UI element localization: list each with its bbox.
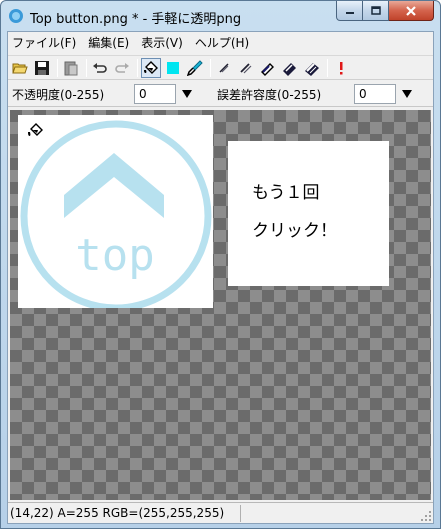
opacity-label: 不透明度(0-255) <box>12 88 105 102</box>
fill-bucket-icon <box>144 60 158 74</box>
tolerance-5-button[interactable] <box>302 58 322 78</box>
menu-bar: ファイル(F) 編集(E) 表示(V) ヘルプ(H) <box>8 32 433 54</box>
status-separator <box>240 505 241 522</box>
app-window: Top button.png * - 手軽に透明png ファイル(F) 編集(E… <box>0 0 441 529</box>
app-icon <box>9 9 23 23</box>
save-icon <box>35 60 49 75</box>
eyedropper-button[interactable] <box>185 58 205 78</box>
image-canvas[interactable]: top もう１回 クリック！ <box>10 110 431 500</box>
close-icon <box>406 5 416 16</box>
note-line-1: もう１回 <box>252 183 320 203</box>
toolbar <box>8 55 433 80</box>
menu-edit[interactable]: 編集(E) <box>82 32 135 54</box>
open-icon <box>12 63 28 73</box>
minimize-icon <box>345 11 354 14</box>
tolerance-3-icon <box>261 62 274 76</box>
window-title: Top button.png * - 手軽に透明png <box>30 12 242 27</box>
status-pixel-info: (14,22) A=255 RGB=(255,255,255) <box>10 506 225 520</box>
tolerance-4-icon <box>283 62 296 76</box>
redo-button[interactable] <box>112 58 132 78</box>
tolerance-4-button[interactable] <box>280 58 300 78</box>
alert-button[interactable] <box>331 58 351 78</box>
top-logo-badge[interactable]: top <box>18 115 213 308</box>
eyedropper-icon <box>187 59 203 76</box>
title-bar[interactable]: Top button.png * - 手軽に透明png <box>1 1 440 31</box>
paste-button[interactable] <box>61 58 81 78</box>
minimize-button[interactable] <box>336 1 363 21</box>
tolerance-3-button[interactable] <box>258 58 278 78</box>
redo-icon <box>115 62 129 73</box>
maximize-icon <box>370 6 381 15</box>
client-area: ファイル(F) 編集(E) 表示(V) ヘルプ(H) 不透明度(0-255) 0… <box>7 31 434 524</box>
status-bar: (14,22) A=255 RGB=(255,255,255) <box>8 502 433 523</box>
toolbar-separator <box>137 58 138 77</box>
tolerance-1-icon <box>219 62 229 73</box>
tolerance-dropdown-icon[interactable] <box>400 87 414 101</box>
note-box: もう１回 クリック！ <box>228 141 389 286</box>
undo-button[interactable] <box>90 58 110 78</box>
menu-file[interactable]: ファイル(F) <box>8 32 82 54</box>
color-swatch-icon <box>167 61 179 74</box>
opacity-input[interactable]: 0 <box>134 84 176 104</box>
note-line-2: クリック！ <box>252 221 337 241</box>
tolerance-1-button[interactable] <box>214 58 234 78</box>
tolerance-label: 誤差許容度(0-255) <box>217 88 322 102</box>
toolbar-separator <box>327 58 328 77</box>
toolbar-separator <box>57 58 58 77</box>
opacity-dropdown-icon[interactable] <box>180 87 194 101</box>
toolbar-separator <box>86 58 87 77</box>
color-swatch-button[interactable] <box>163 58 183 78</box>
undo-icon <box>93 62 107 73</box>
tolerance-2-button[interactable] <box>236 58 256 78</box>
tolerance-input[interactable]: 0 <box>354 84 396 104</box>
tolerance-2-icon <box>240 62 252 73</box>
toolbar-separator <box>210 58 211 77</box>
options-bar: 不透明度(0-255) 0 誤差許容度(0-255) 0 <box>8 81 433 107</box>
alert-icon <box>340 61 343 74</box>
logo-text: top <box>75 230 154 281</box>
close-button[interactable] <box>389 1 434 21</box>
fill-bucket-button[interactable] <box>141 57 161 78</box>
save-button[interactable] <box>32 58 52 78</box>
menu-help[interactable]: ヘルプ(H) <box>189 32 255 54</box>
resize-grip-icon[interactable] <box>420 510 432 522</box>
menu-view[interactable]: 表示(V) <box>135 32 189 54</box>
maximize-button[interactable] <box>363 1 389 21</box>
tolerance-5-icon <box>305 62 319 76</box>
caption-buttons <box>336 1 434 21</box>
open-button[interactable] <box>10 58 30 78</box>
paste-icon <box>64 61 78 75</box>
